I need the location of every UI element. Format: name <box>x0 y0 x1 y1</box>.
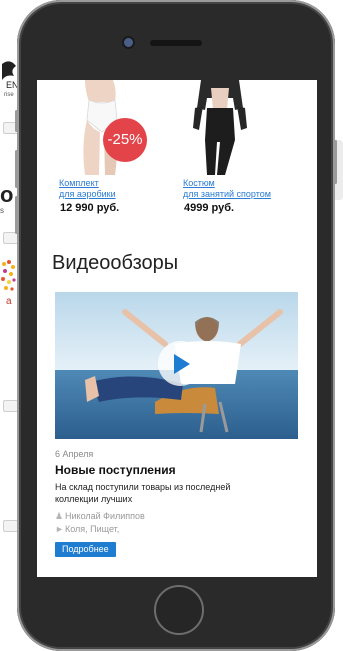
video-thumbnail[interactable] <box>55 292 298 439</box>
background-letter-a: a <box>6 296 12 307</box>
product-link-line[interactable]: для аэробики <box>59 189 116 200</box>
background-letter-small: s <box>0 206 4 215</box>
read-more-button[interactable]: Подробнее <box>55 542 116 557</box>
tag-icon: ► <box>55 524 64 534</box>
section-title: Видеообзоры <box>52 252 179 274</box>
mute-switch <box>15 110 18 132</box>
product-price: 12 990 руб. <box>60 202 120 214</box>
home-button[interactable] <box>154 585 204 635</box>
background-logo-sub: rise <box>4 92 14 98</box>
product-image-sport-suit[interactable] <box>183 80 257 175</box>
play-button[interactable] <box>158 341 203 386</box>
news-date: 6 Апреля <box>55 449 94 459</box>
background-dots-graphic <box>1 260 16 291</box>
front-camera <box>124 38 133 47</box>
product-price: 4999 руб. <box>184 202 235 214</box>
product-link-line[interactable]: для занятий спортом <box>183 189 271 200</box>
power-button <box>334 140 337 184</box>
person-icon: ♟ <box>55 511 64 521</box>
news-title[interactable]: Новые поступления <box>55 463 176 477</box>
product-link-line[interactable]: Костюм <box>183 178 271 189</box>
background-letter: o <box>0 182 14 207</box>
earpiece-speaker <box>150 40 202 46</box>
product-link-sport-suit[interactable]: Костюм для занятий спортом <box>183 178 271 200</box>
discount-badge: -25% <box>103 118 147 162</box>
product-link-line[interactable]: Комплект <box>59 178 116 189</box>
news-description: На склад поступили товары из последней к… <box>55 482 231 504</box>
volume-down-button <box>15 196 18 234</box>
news-tags-list[interactable]: Коля, Пищет, <box>65 524 119 534</box>
phone-screen: -25% Комплект для аэробики 12 990 руб. К… <box>37 80 317 577</box>
play-icon <box>174 354 190 374</box>
news-author-name[interactable]: Николай Филиппов <box>65 511 145 521</box>
news-tags: ►Коля, Пищет, <box>55 524 119 534</box>
news-author: ♟ Николай Филиппов <box>55 511 145 522</box>
product-link-aerobics-set[interactable]: Комплект для аэробики <box>59 178 116 200</box>
volume-up-button <box>15 150 18 188</box>
